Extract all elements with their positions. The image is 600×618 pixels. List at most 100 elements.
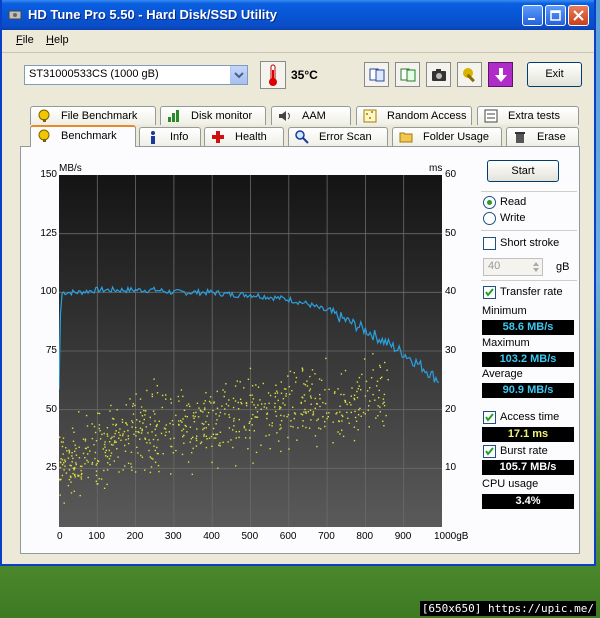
- write-radio[interactable]: [483, 212, 496, 225]
- access-time-point: [342, 435, 345, 438]
- access-time-point: [196, 435, 198, 437]
- access-time-point: [269, 394, 272, 397]
- tab-erase[interactable]: Erase: [506, 127, 579, 146]
- maximize-button[interactable]: [545, 5, 566, 26]
- tab-health[interactable]: Health: [204, 127, 284, 146]
- options-button[interactable]: [457, 62, 482, 87]
- access-time-point: [59, 494, 61, 496]
- access-time-point: [357, 414, 360, 416]
- access-time-point: [362, 411, 365, 414]
- access-time-point: [245, 404, 248, 407]
- burst-rate-checkbox[interactable]: [483, 445, 496, 458]
- copy-all-icon: [400, 68, 416, 82]
- access-time-point: [368, 426, 370, 428]
- menu-bar: File Help: [2, 30, 594, 53]
- close-button[interactable]: [568, 5, 589, 26]
- access-time-point: [131, 469, 133, 471]
- access-time-point: [157, 464, 160, 467]
- tab-random-access[interactable]: Random Access: [356, 106, 472, 125]
- access-time-point: [305, 426, 307, 429]
- access-time-point: [84, 463, 86, 465]
- access-time-point: [129, 398, 131, 400]
- chevron-down-icon[interactable]: [230, 66, 247, 84]
- access-time-point: [314, 435, 317, 437]
- copy-info-button[interactable]: [364, 62, 389, 87]
- screenshot-button[interactable]: [426, 62, 451, 87]
- access-time-point: [316, 419, 318, 422]
- access-time-point: [339, 405, 341, 407]
- drive-select[interactable]: ST31000533CS (1000 gB): [24, 65, 248, 85]
- access-time-checkbox[interactable]: [483, 411, 496, 424]
- access-time-point: [193, 421, 196, 423]
- x-tick-label: 900: [394, 531, 412, 542]
- access-time-point: [134, 471, 137, 473]
- close-icon: [573, 10, 584, 21]
- access-time-point: [157, 439, 159, 441]
- access-time-point: [332, 442, 334, 444]
- access-time-point: [381, 376, 383, 378]
- save-button[interactable]: [488, 62, 513, 87]
- tab-disk-monitor[interactable]: Disk monitor: [160, 106, 266, 125]
- minimize-button[interactable]: [522, 5, 543, 26]
- menu-help[interactable]: Help: [46, 34, 69, 46]
- access-time-point: [105, 455, 107, 457]
- access-time-point: [68, 478, 71, 481]
- access-time-point: [245, 402, 248, 404]
- access-time-point: [337, 431, 339, 433]
- access-time-point: [171, 420, 174, 422]
- tab-error-scan[interactable]: Error Scan: [288, 127, 388, 146]
- tab-extra-tests[interactable]: Extra tests: [477, 106, 579, 125]
- access-time-point: [382, 398, 385, 400]
- title-bar[interactable]: HD Tune Pro 5.50 - Hard Disk/SSD Utility: [2, 0, 594, 30]
- access-time-point: [279, 424, 281, 426]
- tab-benchmark[interactable]: Benchmark: [30, 125, 136, 147]
- access-time-point: [165, 431, 167, 433]
- exit-button[interactable]: Exit: [527, 62, 582, 87]
- x-tick-label: 800: [356, 531, 374, 542]
- access-time-point: [154, 449, 156, 452]
- access-time-point: [95, 440, 98, 442]
- access-time-point: [148, 439, 150, 441]
- tab-info[interactable]: Info: [139, 127, 201, 146]
- short-stroke-checkbox[interactable]: [483, 237, 496, 250]
- access-time-point: [87, 476, 89, 479]
- access-time-point: [149, 456, 151, 458]
- access-time-point: [72, 467, 75, 469]
- tab-file-benchmark[interactable]: File Benchmark: [30, 106, 156, 125]
- access-time-point: [170, 402, 172, 404]
- access-time-point: [59, 479, 61, 481]
- access-time-point: [235, 437, 237, 439]
- access-time-point: [271, 422, 273, 424]
- access-time-point: [153, 445, 155, 447]
- tab-folder-usage[interactable]: Folder Usage: [392, 127, 502, 146]
- access-time-point: [237, 401, 239, 404]
- access-time-point: [154, 428, 156, 431]
- access-time-point: [68, 469, 71, 471]
- access-time-point: [327, 416, 329, 418]
- menu-file[interactable]: File: [16, 34, 34, 46]
- access-time-point: [144, 469, 146, 471]
- temperature-button[interactable]: [260, 61, 286, 89]
- access-time-point: [203, 427, 205, 429]
- access-time-point: [84, 457, 86, 459]
- access-time-point: [130, 466, 133, 468]
- access-time-point: [60, 441, 63, 443]
- access-time-point: [196, 402, 199, 404]
- access-time-point: [310, 403, 312, 405]
- access-time-point: [108, 441, 111, 443]
- access-time-point: [262, 382, 264, 385]
- short-stroke-spinner[interactable]: 40: [483, 258, 543, 276]
- transfer-rate-checkbox[interactable]: [483, 286, 496, 299]
- copy-all-button[interactable]: [395, 62, 420, 87]
- access-time-point: [187, 403, 190, 405]
- access-time-point: [162, 453, 164, 455]
- access-time-point: [274, 410, 277, 413]
- tab-aam[interactable]: AAM: [271, 106, 351, 125]
- access-time-point: [181, 430, 183, 432]
- read-radio[interactable]: [483, 196, 496, 209]
- start-button[interactable]: Start: [487, 160, 559, 182]
- access-time-point: [228, 416, 231, 418]
- access-time-point: [340, 393, 342, 396]
- access-time-point: [322, 416, 324, 418]
- access-time-point: [75, 462, 77, 464]
